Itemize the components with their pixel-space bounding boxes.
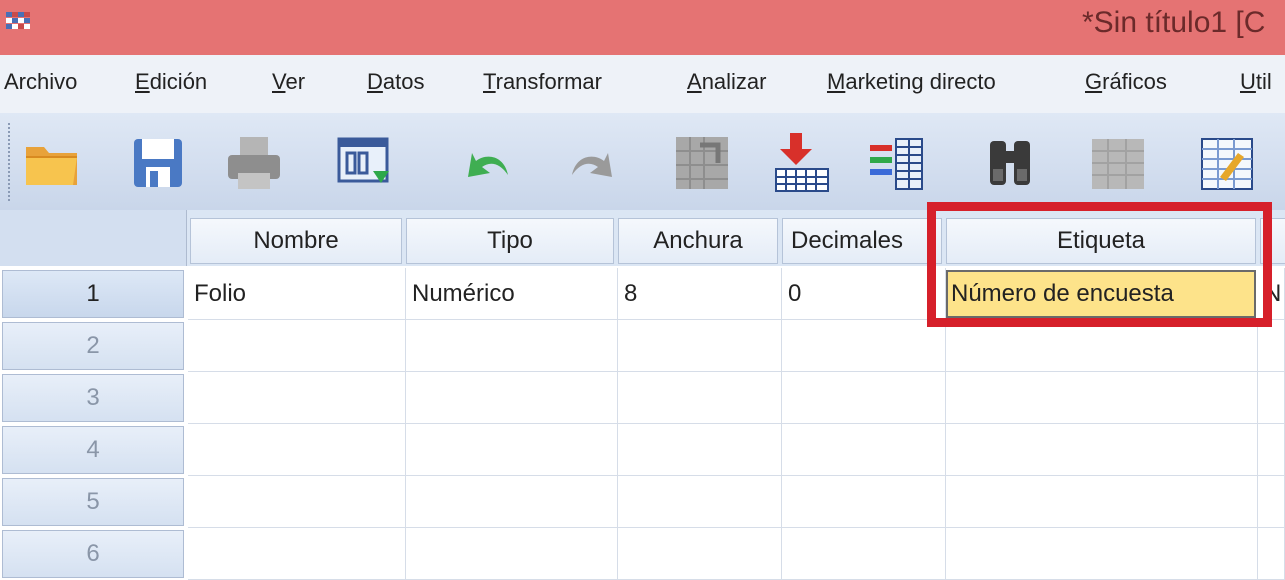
table-cell[interactable] — [782, 372, 946, 424]
app-icon — [6, 12, 30, 30]
row-header-3[interactable]: 3 — [2, 374, 184, 422]
undo-icon[interactable] — [460, 133, 520, 193]
table-cell[interactable] — [782, 320, 946, 372]
goto-variable-icon[interactable] — [772, 133, 832, 193]
cell-anchura-1[interactable]: 8 — [618, 268, 782, 320]
annotation-highlight-box — [927, 202, 1272, 327]
row-header-4[interactable]: 4 — [2, 426, 184, 474]
menu-graficos[interactable]: Gráficos — [1085, 69, 1167, 95]
split-file-icon[interactable] — [1196, 133, 1256, 193]
dialog-recall-icon[interactable] — [335, 133, 395, 193]
variables-icon[interactable] — [866, 133, 926, 193]
toolbar — [0, 113, 1285, 210]
cell-decimales-1[interactable]: 0 — [782, 268, 946, 320]
window-title: *Sin título1 [C — [1082, 6, 1266, 39]
table-cell[interactable] — [188, 424, 406, 476]
row-header-5[interactable]: 5 — [2, 478, 184, 526]
redo-icon[interactable] — [560, 133, 620, 193]
menu-datos[interactable]: Datos — [367, 69, 424, 95]
table-cell[interactable] — [618, 528, 782, 580]
save-icon[interactable] — [128, 133, 188, 193]
menu-utilidades[interactable]: Util — [1240, 69, 1272, 95]
table-cell[interactable] — [782, 424, 946, 476]
row-header-6[interactable]: 6 — [2, 530, 184, 578]
table-cell[interactable] — [946, 424, 1258, 476]
menu-archivo[interactable]: Archivo — [4, 69, 77, 95]
table-cell[interactable] — [188, 372, 406, 424]
toolbar-grip[interactable] — [8, 123, 13, 201]
title-bar: *Sin título1 [C — [0, 0, 1285, 55]
table-cell[interactable] — [406, 528, 618, 580]
menu-ver[interactable]: Ver — [272, 69, 305, 95]
table-cell[interactable] — [1258, 320, 1285, 372]
row-header-1[interactable]: 1 — [2, 270, 184, 318]
menu-marketing-directo[interactable]: Marketing directo — [827, 69, 996, 95]
table-cell[interactable] — [188, 476, 406, 528]
table-cell[interactable] — [618, 320, 782, 372]
open-folder-icon[interactable] — [22, 133, 82, 193]
table-cell[interactable] — [188, 528, 406, 580]
table-cell[interactable] — [406, 476, 618, 528]
table-cell[interactable] — [946, 320, 1258, 372]
table-cell[interactable] — [946, 476, 1258, 528]
table-cell[interactable] — [406, 424, 618, 476]
table-cell[interactable] — [946, 372, 1258, 424]
table-cell[interactable] — [188, 320, 406, 372]
table-cell[interactable] — [1258, 476, 1285, 528]
cell-tipo-1[interactable]: Numérico — [406, 268, 618, 320]
table-cell[interactable] — [618, 476, 782, 528]
table-cell[interactable] — [1258, 372, 1285, 424]
grid-corner[interactable] — [0, 210, 187, 266]
table-cell[interactable] — [1258, 528, 1285, 580]
find-icon[interactable] — [980, 133, 1040, 193]
menu-analizar[interactable]: Analizar — [687, 69, 767, 95]
print-icon[interactable] — [224, 133, 284, 193]
menu-edicion[interactable]: Edición — [135, 69, 207, 95]
table-cell[interactable] — [782, 476, 946, 528]
menu-transformar[interactable]: Transformar — [483, 69, 602, 95]
menu-bar: Archivo Edición Ver Datos Transformar An… — [0, 55, 1285, 113]
column-header-anchura[interactable]: Anchura — [618, 218, 778, 264]
insert-cases-icon[interactable] — [1088, 133, 1148, 193]
table-cell[interactable] — [406, 320, 618, 372]
goto-case-icon[interactable] — [672, 133, 732, 193]
table-cell[interactable] — [618, 424, 782, 476]
table-cell[interactable] — [618, 372, 782, 424]
cell-nombre-1[interactable]: Folio — [188, 268, 406, 320]
table-cell[interactable] — [1258, 424, 1285, 476]
column-header-tipo[interactable]: Tipo — [406, 218, 614, 264]
column-header-decimales[interactable]: Decimales — [782, 218, 942, 264]
row-header-2[interactable]: 2 — [2, 322, 184, 370]
table-cell[interactable] — [406, 372, 618, 424]
table-cell[interactable] — [946, 528, 1258, 580]
column-header-nombre[interactable]: Nombre — [190, 218, 402, 264]
table-cell[interactable] — [782, 528, 946, 580]
